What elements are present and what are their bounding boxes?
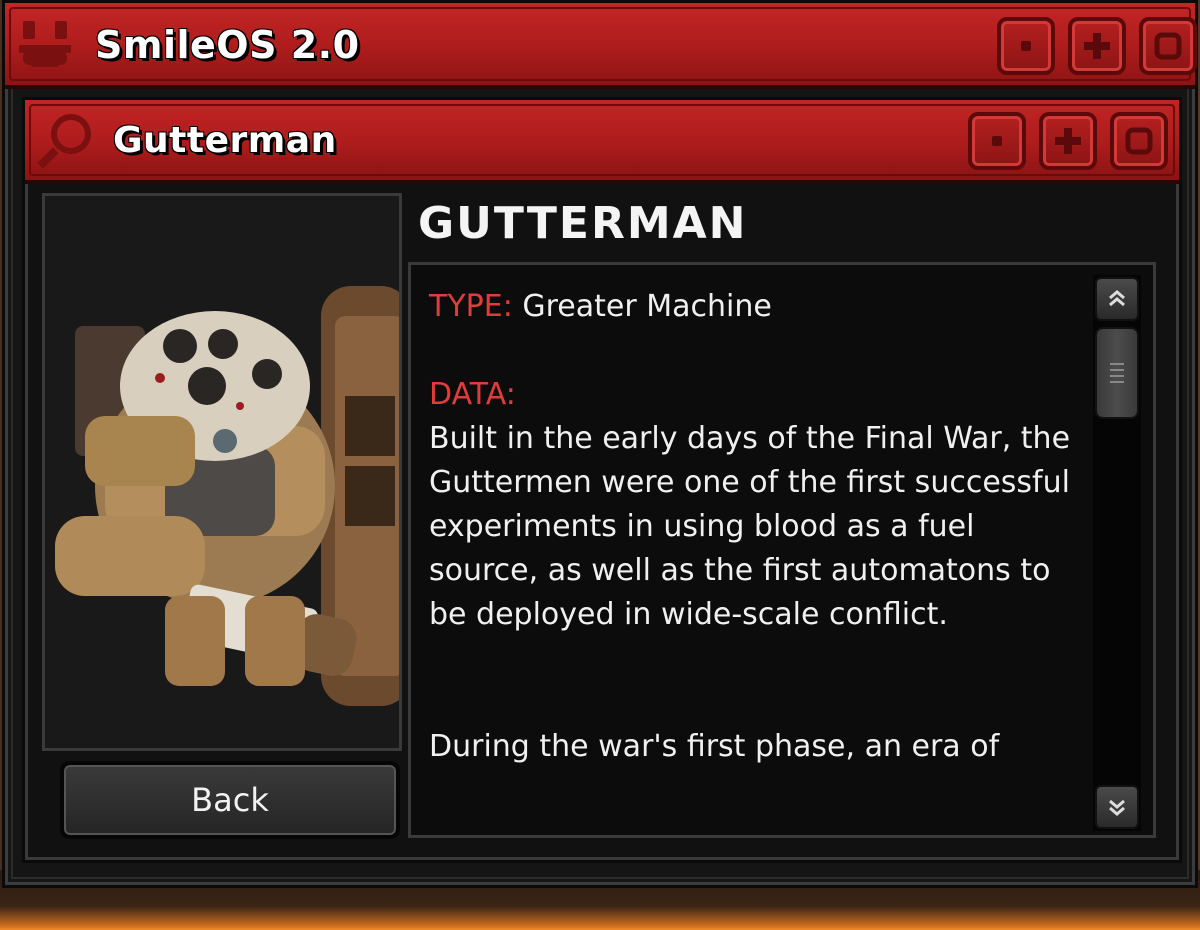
scroll-thumb[interactable] [1095, 327, 1139, 419]
app-maximize-button[interactable] [1039, 112, 1097, 170]
grip-line [1110, 375, 1124, 377]
app-minimize-button[interactable] [968, 112, 1026, 170]
os-titlebar[interactable]: SmileOS 2.0 [5, 3, 1197, 89]
square-icon [1154, 32, 1182, 60]
gutterman-robot-image [55, 286, 399, 706]
entry-portrait [42, 193, 402, 751]
minimize-icon [992, 136, 1002, 146]
smiley-logo-icon [19, 21, 71, 67]
square-icon [1125, 127, 1153, 155]
entry-text-panel[interactable]: TYPE: Greater Machine DATA: Built in the… [408, 262, 1156, 838]
os-minimize-button[interactable] [997, 17, 1055, 75]
data-label: DATA: [429, 377, 516, 412]
entry-heading: GUTTERMAN [418, 198, 748, 249]
type-label: TYPE: [429, 289, 513, 324]
double-chevron-down-icon [1109, 799, 1125, 816]
description-paragraph-2: During the war's first phase, an era of [429, 729, 1000, 764]
double-chevron-up-icon [1109, 290, 1125, 307]
grip-line [1110, 363, 1124, 365]
os-title: SmileOS 2.0 [95, 23, 360, 67]
os-maximize-button[interactable] [1068, 17, 1126, 75]
os-close-button[interactable] [1139, 17, 1197, 75]
plus-icon [1055, 128, 1081, 154]
minimize-icon [1021, 41, 1031, 51]
scroll-down-button[interactable] [1095, 785, 1139, 829]
description-paragraph-1: Built in the early days of the Final War… [429, 421, 1071, 632]
back-button[interactable]: Back [60, 761, 400, 839]
scrollbar[interactable] [1093, 275, 1141, 831]
app-close-button[interactable] [1110, 112, 1168, 170]
app-titlebar[interactable]: Gutterman [25, 100, 1179, 184]
search-icon [37, 114, 91, 169]
grip-line [1110, 369, 1124, 371]
type-value: Greater Machine [522, 289, 772, 324]
app-title: Gutterman [113, 120, 337, 161]
entry-text-body: TYPE: Greater Machine DATA: Built in the… [429, 285, 1079, 769]
plus-icon [1084, 33, 1110, 59]
grip-line [1110, 381, 1124, 383]
scroll-up-button[interactable] [1095, 277, 1139, 321]
type-line: TYPE: Greater Machine [429, 285, 1079, 329]
